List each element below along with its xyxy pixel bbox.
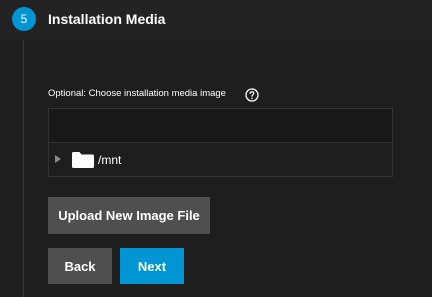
explorer-path-input[interactable]: [49, 109, 392, 143]
step-header: 5 Installation Media: [0, 0, 432, 40]
file-explorer: /mnt: [48, 108, 393, 177]
tree-node-mnt[interactable]: /mnt: [49, 143, 392, 177]
back-button[interactable]: Back: [48, 248, 112, 284]
step-title[interactable]: Installation Media: [48, 11, 165, 27]
next-button[interactable]: Next: [120, 248, 184, 284]
upload-image-button[interactable]: Upload New Image File: [48, 197, 210, 234]
step-number-badge: 5: [12, 7, 36, 31]
installation-media-label: Optional: Choose installation media imag…: [48, 88, 226, 99]
folder-icon: [72, 152, 94, 168]
tree-node-label[interactable]: /mnt: [98, 153, 121, 167]
caret-right-icon[interactable]: [55, 155, 61, 163]
help-circle-icon[interactable]: [245, 88, 259, 102]
